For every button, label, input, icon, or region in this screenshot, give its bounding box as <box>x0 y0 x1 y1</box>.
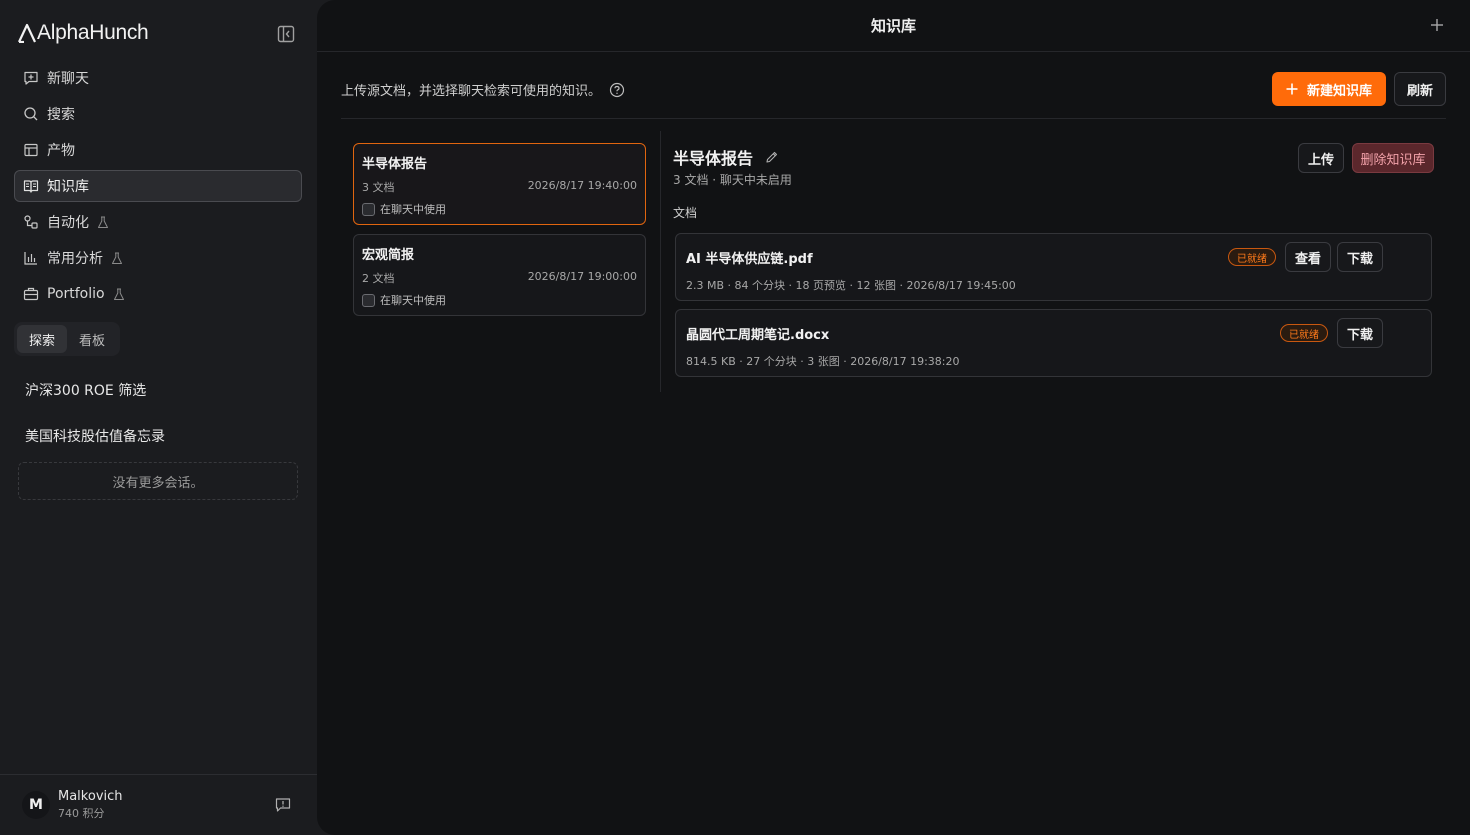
sidebar-item-label: 搜索 <box>47 107 75 123</box>
knowledge-base-name: 半导体报告 <box>362 157 428 172</box>
sidebar-item-label: 知识库 <box>47 179 89 195</box>
sidebar: AlphaHunch 新聊天 搜索 产物 知识库 自动化 常用分析 Portfo… <box>0 0 317 835</box>
briefcase-icon <box>23 287 39 301</box>
brand-name: AlphaHunch <box>37 21 149 44</box>
help-icon[interactable] <box>609 82 625 98</box>
knowledge-base-date: 2026/8/17 19:00:00 <box>527 270 637 283</box>
sidebar-item-search[interactable]: 搜索 <box>14 98 302 130</box>
book-open-icon <box>23 180 39 193</box>
refresh-button[interactable]: 刷新 <box>1394 72 1446 106</box>
user-profile-bar: M Malkovich 740 积分 <box>0 774 317 835</box>
knowledge-base-title-text: 半导体报告 <box>673 149 754 168</box>
download-button[interactable]: 下载 <box>1337 242 1383 272</box>
flask-icon <box>112 252 122 264</box>
sidebar-item-common-analysis[interactable]: 常用分析 <box>14 242 302 274</box>
knowledge-base-doc-count: 2 文档 <box>362 272 395 285</box>
new-chat-icon <box>24 71 38 85</box>
pencil-icon[interactable] <box>765 150 779 164</box>
sidebar-item-knowledge-base[interactable]: 知识库 <box>14 170 302 202</box>
tab-explore[interactable]: 探索 <box>17 325 68 353</box>
plus-icon[interactable] <box>1429 17 1445 33</box>
divider <box>660 131 661 392</box>
automation-icon <box>24 215 38 229</box>
sidebar-item-label: 产物 <box>47 143 75 159</box>
sidebar-item-automation[interactable]: 自动化 <box>14 206 302 238</box>
collapse-sidebar-icon[interactable] <box>276 24 296 44</box>
tab-board[interactable]: 看板 <box>67 325 117 353</box>
upload-button[interactable]: 上传 <box>1298 143 1344 173</box>
page-title: 知识库 <box>870 17 916 35</box>
knowledge-base-date: 2026/8/17 19:40:00 <box>527 179 637 192</box>
brand-logo[interactable]: AlphaHunch <box>18 21 149 45</box>
main-panel: 知识库 上传源文档，并选择聊天检索可使用的知识。 新建知识库 刷新 半导体报告 … <box>317 0 1470 835</box>
user-name: Malkovich <box>58 789 123 804</box>
sidebar-item-label: 常用分析 <box>47 251 103 267</box>
view-button[interactable]: 查看 <box>1285 242 1331 272</box>
brand-mark-icon <box>18 23 36 43</box>
knowledge-base-card[interactable]: 半导体报告 3 文档 2026/8/17 19:40:00 在聊天中使用 <box>353 143 646 225</box>
document-name: 晶圆代工周期笔记.docx <box>686 328 830 343</box>
use-in-chat-label: 在聊天中使用 <box>380 294 446 307</box>
knowledge-base-doc-count: 3 文档 <box>362 181 395 194</box>
download-button[interactable]: 下载 <box>1337 318 1383 348</box>
document-card: AI 半导体供应链.pdf 2.3 MB · 84 个分块 · 18 页预览 ·… <box>675 233 1432 301</box>
status-badge: 已就绪 <box>1228 248 1276 266</box>
divider <box>341 118 1446 119</box>
use-in-chat-checkbox[interactable] <box>362 293 375 307</box>
sidebar-item-label: Portfolio <box>47 286 105 302</box>
search-icon <box>24 107 38 121</box>
bar-chart-icon <box>24 252 37 265</box>
new-knowledge-base-button[interactable]: 新建知识库 <box>1272 72 1386 106</box>
user-points: 740 积分 <box>58 807 105 820</box>
flask-icon <box>113 288 124 300</box>
intro-text: 上传源文档，并选择聊天检索可使用的知识。 <box>341 84 602 99</box>
knowledge-base-meta: 3 文档 · 聊天中未启用 <box>673 173 792 187</box>
sidebar-item-artifacts[interactable]: 产物 <box>14 134 302 166</box>
documents-heading: 文档 <box>673 206 698 220</box>
plus-icon <box>1286 83 1298 95</box>
topbar: 知识库 <box>317 0 1470 52</box>
conversation-tabs: 探索 看板 <box>14 322 121 356</box>
conversation-item[interactable]: 沪深300 ROE 筛选 <box>25 380 146 400</box>
knowledge-base-name: 宏观简报 <box>362 248 415 263</box>
app-window: AlphaHunch 新聊天 搜索 产物 知识库 自动化 常用分析 Portfo… <box>0 0 1470 835</box>
knowledge-base-card[interactable]: 宏观简报 2 文档 2026/8/17 19:00:00 在聊天中使用 <box>353 234 646 316</box>
flask-icon <box>98 216 108 228</box>
document-name: AI 半导体供应链.pdf <box>686 252 813 267</box>
use-in-chat-checkbox[interactable] <box>362 202 375 216</box>
artifacts-icon <box>24 143 38 157</box>
use-in-chat-toggle: 在聊天中使用 <box>362 292 446 308</box>
use-in-chat-label: 在聊天中使用 <box>380 203 446 216</box>
sidebar-item-new-chat[interactable]: 新聊天 <box>14 62 302 94</box>
sidebar-item-portfolio[interactable]: Portfolio <box>14 278 302 310</box>
status-badge: 已就绪 <box>1280 324 1328 342</box>
intro-row: 上传源文档，并选择聊天检索可使用的知识。 <box>341 80 625 99</box>
avatar[interactable]: M <box>22 791 50 819</box>
knowledge-base-title: 半导体报告 <box>673 145 779 169</box>
sidebar-nav: 新聊天 搜索 产物 知识库 自动化 常用分析 Portfolio <box>14 62 302 314</box>
document-meta: 814.5 KB · 27 个分块 · 3 张图 · 2026/8/17 19:… <box>686 355 960 368</box>
document-meta: 2.3 MB · 84 个分块 · 18 页预览 · 12 张图 · 2026/… <box>686 279 1016 292</box>
sidebar-item-label: 自动化 <box>47 215 89 231</box>
no-more-conversations: 没有更多会话。 <box>18 462 298 500</box>
delete-knowledge-base-button[interactable]: 删除知识库 <box>1352 143 1434 173</box>
feedback-icon[interactable] <box>275 797 291 813</box>
use-in-chat-toggle: 在聊天中使用 <box>362 201 446 217</box>
conversation-item[interactable]: 美国科技股估值备忘录 <box>25 426 165 446</box>
new-knowledge-base-label: 新建知识库 <box>1306 83 1372 99</box>
sidebar-item-label: 新聊天 <box>47 71 89 87</box>
document-card: 晶圆代工周期笔记.docx 814.5 KB · 27 个分块 · 3 张图 ·… <box>675 309 1432 377</box>
